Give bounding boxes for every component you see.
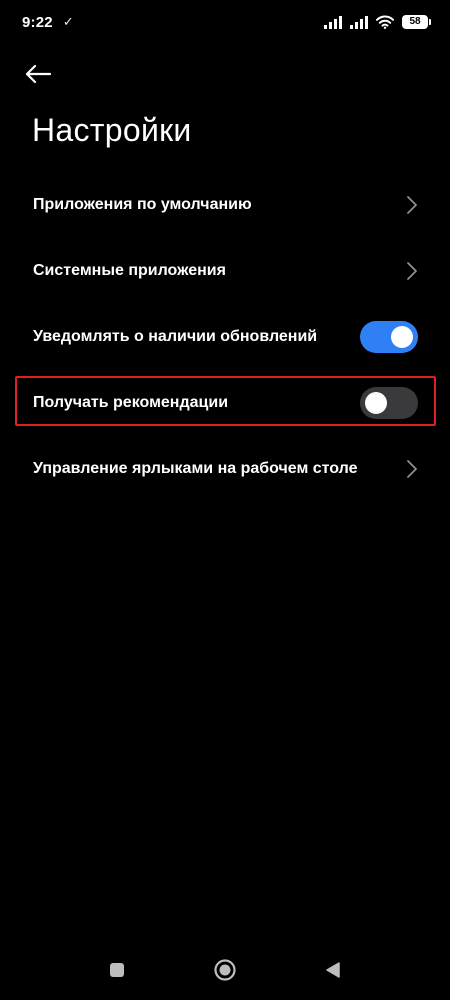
toggle-knob (365, 392, 387, 414)
check-icon: ✓ (62, 14, 74, 29)
back-button[interactable] (24, 54, 68, 94)
setting-label: Получать рекомендации (33, 394, 229, 411)
setting-desktop-shortcuts[interactable]: Управление ярлыками на рабочем столе (0, 436, 450, 502)
status-time: 9:22 (22, 13, 53, 31)
chevron-right-icon (407, 196, 417, 214)
recents-button[interactable] (99, 952, 135, 988)
setting-update-notifications[interactable]: Уведомлять о наличии обновлений (0, 304, 450, 370)
update-notifications-toggle[interactable] (360, 321, 418, 353)
triangle-back-icon (326, 962, 340, 978)
status-bar: 9:22 ✓ 58 (0, 0, 450, 44)
battery-icon: 58 (402, 15, 431, 29)
setting-label: Управление ярлыками на рабочем столе (33, 460, 358, 477)
chevron-right-icon (407, 262, 417, 280)
chevron-right-icon (407, 460, 417, 478)
wifi-icon (376, 15, 394, 29)
toggle-knob (391, 326, 413, 348)
setting-label: Приложения по умолчанию (33, 196, 252, 213)
circle-home-icon (214, 959, 236, 981)
navigation-bar (0, 940, 450, 1000)
status-left: 9:22 ✓ (22, 14, 74, 31)
status-right: 58 (324, 15, 431, 29)
settings-list: Приложения по умолчанию Системные прилож… (0, 172, 450, 502)
setting-get-recommendations[interactable]: Получать рекомендации (0, 370, 450, 436)
settings-screen: 9:22 ✓ 58 Настройки Приложения по умолча… (0, 0, 450, 1000)
recommendations-toggle[interactable] (360, 387, 418, 419)
home-button[interactable] (207, 952, 243, 988)
page-title: Настройки (32, 112, 192, 148)
square-icon (110, 963, 124, 977)
setting-default-apps[interactable]: Приложения по умолчанию (0, 172, 450, 238)
signal-icon (324, 15, 342, 29)
setting-label: Уведомлять о наличии обновлений (33, 328, 318, 345)
signal-icon (350, 15, 368, 29)
setting-system-apps[interactable]: Системные приложения (0, 238, 450, 304)
setting-label: Системные приложения (33, 262, 226, 279)
arrow-left-icon (25, 64, 52, 84)
back-nav-button[interactable] (315, 952, 351, 988)
